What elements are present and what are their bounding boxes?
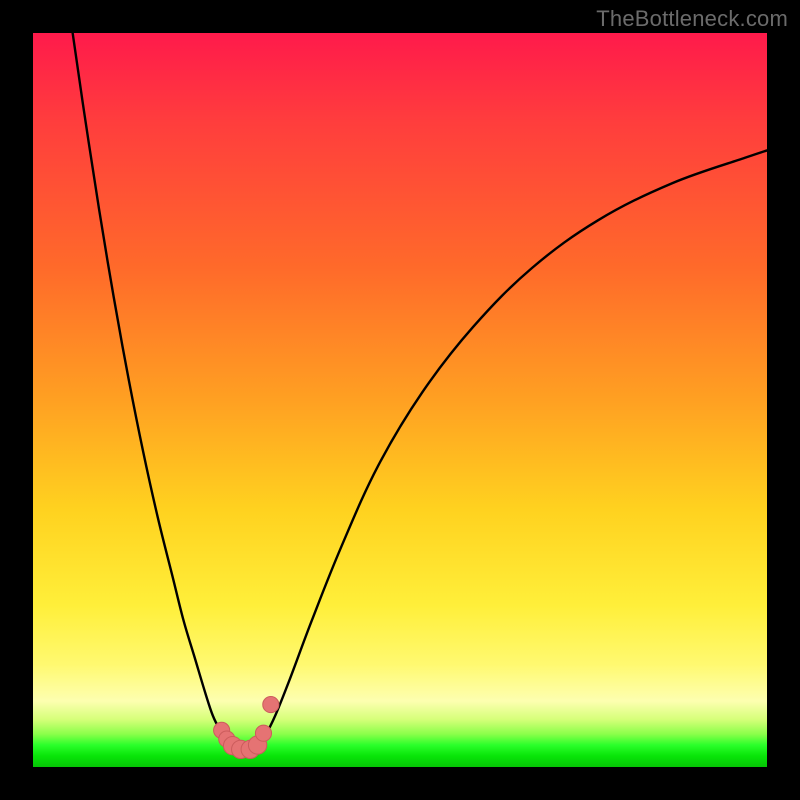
bottleneck-curve-svg: [33, 33, 767, 767]
chart-frame: TheBottleneck.com: [0, 0, 800, 800]
curve-group: [73, 33, 767, 752]
left-branch-path: [73, 33, 234, 749]
plot-area: [33, 33, 767, 767]
valley-marker-7: [263, 697, 279, 713]
valley-marker-6: [255, 725, 271, 741]
marker-group: [214, 697, 279, 759]
right-branch-path: [257, 150, 767, 748]
watermark-text: TheBottleneck.com: [596, 6, 788, 32]
